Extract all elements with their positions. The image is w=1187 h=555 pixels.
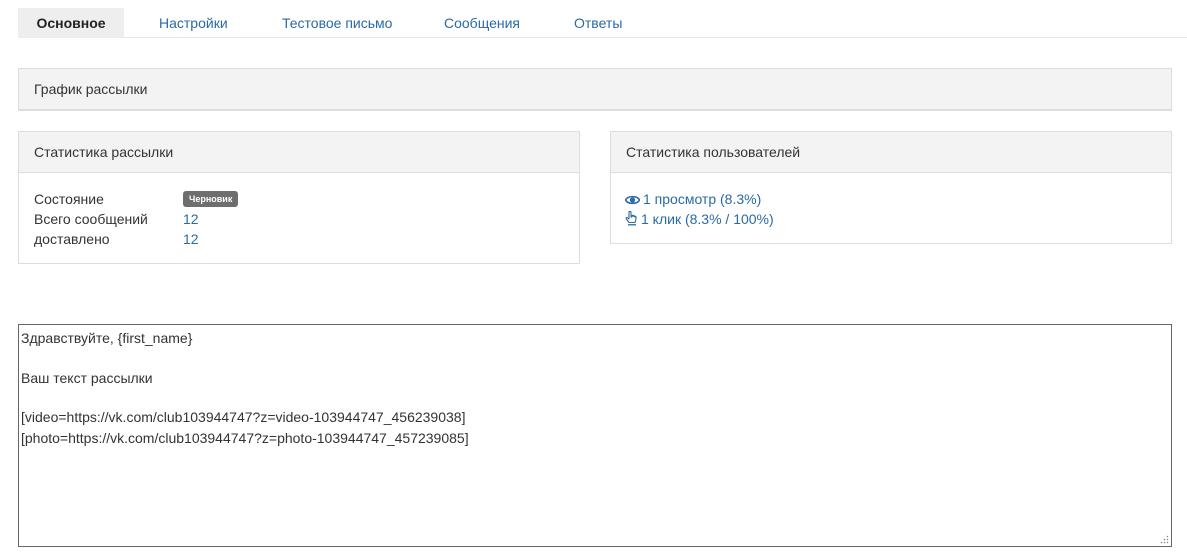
editor-line: Здравствуйте, {first_name} — [21, 330, 193, 346]
hand-pointer-icon — [625, 210, 637, 226]
delivered-row: доставлено 12 — [34, 229, 199, 249]
editor-line: [video=https://vk.com/club103944747?z=vi… — [21, 409, 466, 425]
views-text: 1 просмотр (8.3%) — [643, 191, 762, 207]
tab-test-letter[interactable]: Тестовое письмо — [282, 8, 392, 38]
schedule-panel: График рассылки — [18, 68, 1172, 111]
status-row: Состояние Черновик — [34, 189, 239, 209]
tab-replies[interactable]: Ответы — [574, 8, 622, 38]
user-stats-panel: Статистика пользователей 1 просмотр (8.3… — [610, 131, 1172, 244]
tab-main[interactable]: Основное — [18, 8, 124, 38]
editor-line: Ваш текст рассылки — [21, 370, 153, 386]
schedule-panel-title: График рассылки — [19, 69, 1171, 111]
tab-messages[interactable]: Сообщения — [444, 8, 520, 38]
clicks-link[interactable]: 1 клик (8.3% / 100%) — [625, 209, 774, 229]
editor-line: [photo=https://vk.com/club103944747?z=ph… — [21, 430, 469, 446]
total-messages-label: Всего сообщений — [34, 211, 148, 227]
total-messages-value: 12 — [183, 211, 199, 227]
delivered-value: 12 — [183, 231, 199, 247]
status-badge: Черновик — [183, 191, 239, 207]
eye-icon — [624, 195, 641, 205]
mailing-stats-title: Статистика рассылки — [19, 132, 579, 173]
user-stats-title: Статистика пользователей — [611, 132, 1171, 173]
views-link[interactable]: 1 просмотр (8.3%) — [624, 189, 762, 209]
mailing-stats-panel: Статистика рассылки Состояние Черновик В… — [18, 131, 580, 264]
total-messages-row: Всего сообщений 12 — [34, 209, 199, 229]
clicks-text: 1 клик (8.3% / 100%) — [641, 211, 774, 227]
tab-settings[interactable]: Настройки — [159, 8, 228, 38]
message-editor[interactable]: Здравствуйте, {first_name} Ваш текст рас… — [18, 324, 1172, 547]
status-label: Состояние — [34, 191, 104, 207]
delivered-label: доставлено — [34, 231, 110, 247]
tab-bar: Основное Настройки Тестовое письмо Сообщ… — [18, 8, 1187, 38]
resize-handle-icon[interactable] — [1160, 535, 1169, 544]
